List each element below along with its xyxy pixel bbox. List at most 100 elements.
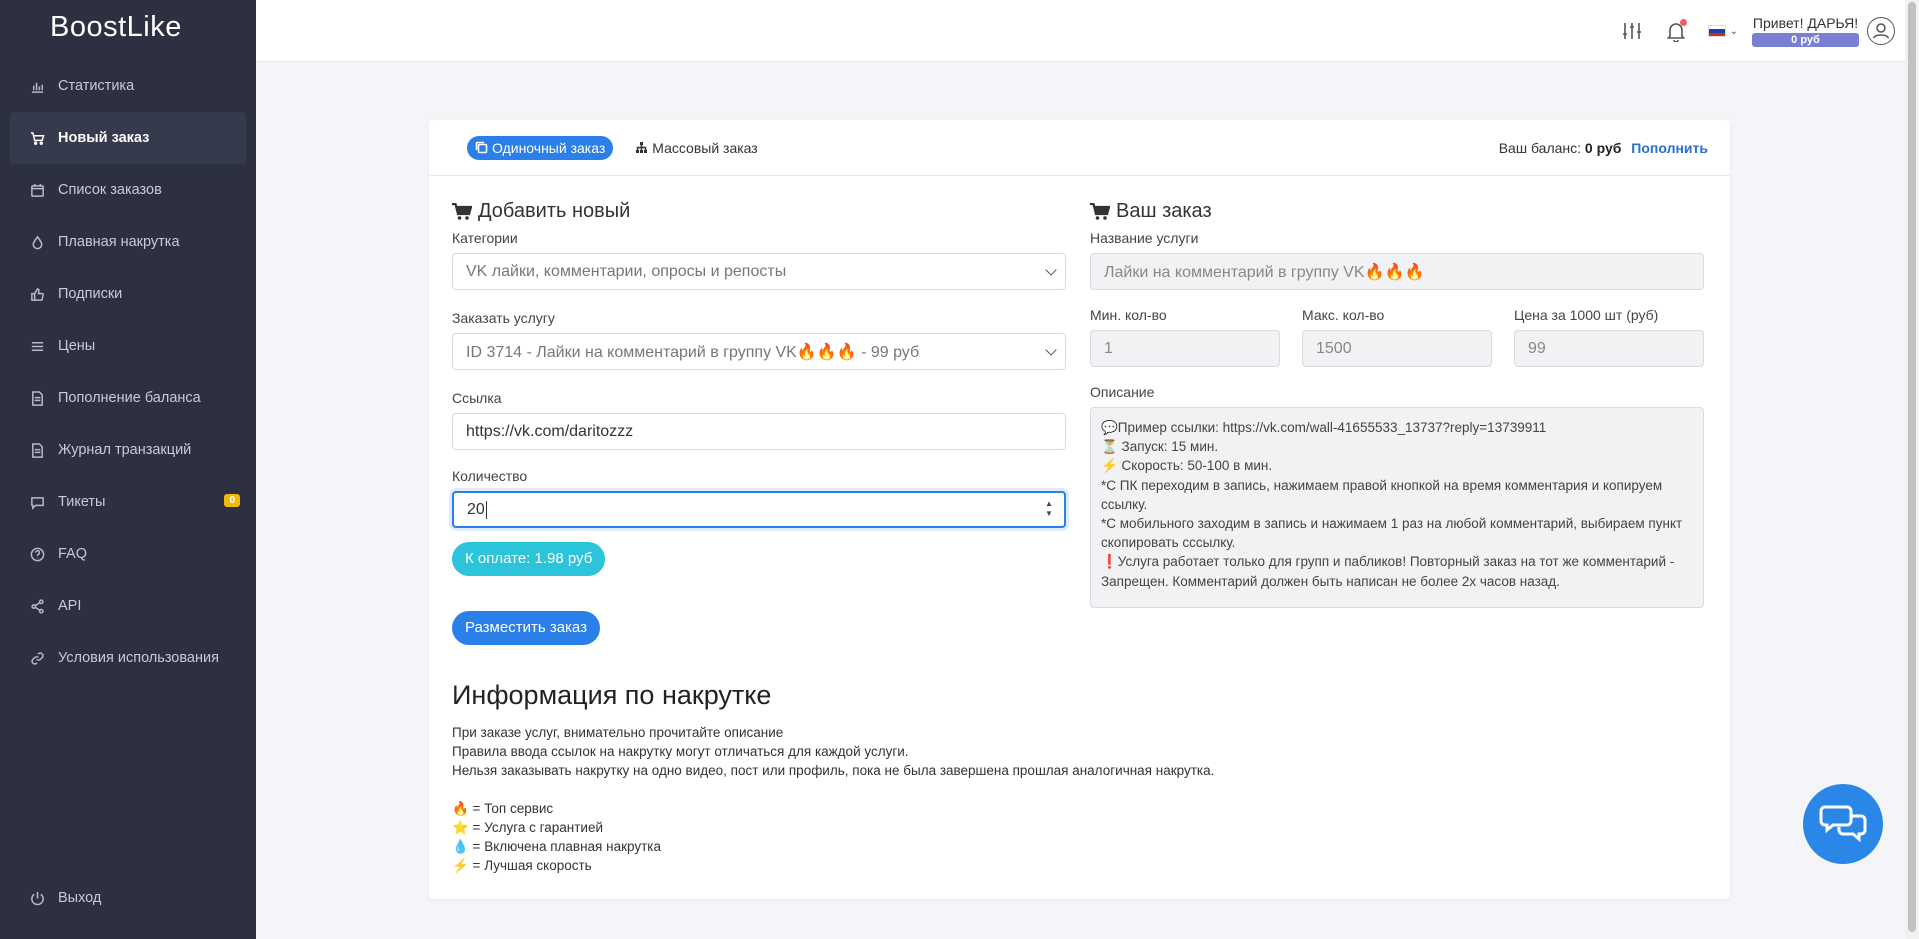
logo[interactable]: BoostLike	[0, 0, 256, 55]
sidebar-item-label: Новый заказ	[58, 130, 150, 146]
category-label: Категории	[452, 230, 518, 246]
link-icon	[29, 650, 45, 666]
topbar: ⌄ Привет! ДАРЬЯ! 0 руб	[256, 0, 1905, 62]
price-field: 99	[1514, 330, 1704, 367]
sidebar-item-label: Журнал транзакций	[58, 442, 192, 458]
sidebar-item-2[interactable]: Список заказов	[10, 164, 246, 216]
legend-item: ⚡ = Лучшая скорость	[452, 858, 592, 873]
logout-label: Выход	[58, 890, 102, 906]
sidebar-item-7[interactable]: Журнал транзакций	[10, 424, 246, 476]
balance-value: 0 руб	[1584, 139, 1622, 156]
question-icon	[29, 546, 45, 562]
description-line: ❗Услуга работает только для групп и пабл…	[1101, 554, 1675, 589]
sidebar-item-label: Тикеты	[58, 494, 106, 510]
new-order-form: Добавить новый Категории VK лайки, комме…	[452, 200, 1066, 645]
quantity-stepper[interactable]: ▲ ▼	[1044, 499, 1054, 519]
sidebar-item-4[interactable]: Подписки	[10, 268, 246, 320]
list-icon	[29, 338, 45, 354]
service-label: Заказать услугу	[452, 310, 555, 326]
copy-icon	[475, 141, 488, 154]
topup-link[interactable]: Пополнить	[1631, 140, 1708, 156]
russia-flag-icon[interactable]	[1707, 25, 1726, 37]
notification-dot	[1679, 19, 1687, 26]
sidebar-item-6[interactable]: Пополнение баланса	[10, 372, 246, 424]
quantity-input[interactable]: 20 ▲ ▼	[452, 491, 1066, 528]
max-quantity-field: 1500	[1302, 330, 1492, 367]
cart-icon	[452, 202, 472, 220]
chevron-down-icon[interactable]: ⌄	[1730, 26, 1738, 37]
thumbs-up-icon	[29, 286, 45, 302]
sidebar-item-label: Условия использования	[58, 650, 219, 666]
sidebar-item-1[interactable]: Новый заказ	[10, 112, 246, 164]
description-box: 💬Пример ссылки: https://vk.com/wall-4165…	[1090, 407, 1704, 608]
sidebar: BoostLike Статистика Новый заказ Список за…	[0, 0, 256, 939]
sidebar-item-9[interactable]: FAQ	[10, 528, 246, 580]
pay-amount-button: К оплате: 1.98 руб	[452, 542, 606, 576]
link-input[interactable]: https://vk.com/daritozzz	[452, 413, 1066, 450]
sidebar-nav: Статистика Новый заказ Список заказов Плавн…	[0, 60, 256, 684]
chevron-down-icon	[1045, 344, 1057, 356]
balance-label: Ваш баланс:	[1498, 139, 1582, 156]
sidebar-item-label: Список заказов	[58, 182, 162, 198]
link-input-value: https://vk.com/daritozzz	[466, 422, 634, 440]
place-order-button[interactable]: Разместить заказ	[452, 611, 600, 645]
document-icon	[29, 442, 45, 458]
category-select[interactable]: VK лайки, комментарии, опросы и репосты	[452, 253, 1066, 290]
description-line: 💬Пример ссылки: https://vk.com/wall-4165…	[1101, 420, 1547, 435]
sitemap-icon	[636, 142, 648, 153]
sidebar-item-8[interactable]: Тикеты 0	[10, 476, 246, 528]
order-title: Ваш заказ	[1090, 200, 1704, 223]
min-quantity-field: 1	[1090, 330, 1280, 367]
form-title-text: Добавить новый	[478, 200, 631, 222]
chat-widget-button[interactable]	[1803, 784, 1883, 864]
share-icon	[29, 598, 45, 614]
description-line: *С ПК переходим в запись, нажимаем право…	[1101, 477, 1663, 512]
greeting-text: Привет! ДАРЬЯ!	[1752, 15, 1859, 31]
min-quantity-value: 1	[1104, 339, 1113, 357]
chevron-down-icon	[1045, 264, 1057, 276]
cart-icon	[1090, 202, 1110, 220]
sidebar-item-label: API	[58, 598, 82, 614]
avatar[interactable]	[1867, 17, 1895, 45]
quantity-label: Количество	[452, 468, 528, 484]
sidebar-item-label: Цены	[58, 338, 96, 354]
category-select-value: VK лайки, комментарии, опросы и репосты	[466, 262, 787, 280]
page-scrollbar[interactable]	[1905, 0, 1919, 939]
bar-chart-icon	[29, 78, 45, 94]
service-name-field: Лайки на комментарий в группу VK🔥🔥🔥	[1090, 253, 1704, 290]
filter-settings-icon[interactable]	[1620, 19, 1644, 43]
cart-icon	[29, 130, 45, 146]
power-icon	[29, 890, 45, 906]
max-quantity-label: Макс. кол-во	[1302, 307, 1385, 323]
sidebar-item-10[interactable]: API	[10, 580, 246, 632]
order-card: Одиночный заказ Массовый заказ Ваш балан…	[429, 120, 1730, 899]
description-line: ⏳ Запуск: 15 мин.	[1101, 439, 1219, 455]
logo-text: BoostLike	[50, 11, 182, 43]
service-name-value: Лайки на комментарий в группу VK🔥🔥🔥	[1104, 263, 1425, 281]
info-line: Нельзя заказывать накрутку на одно видео…	[452, 763, 1215, 778]
bell-icon[interactable]	[1664, 19, 1688, 43]
sidebar-item-0[interactable]: Статистика	[10, 60, 246, 112]
order-summary: Ваш заказ Название услуги Лайки на комме…	[1090, 200, 1704, 608]
sidebar-item-label: FAQ	[58, 546, 88, 562]
balance-badge: 0 руб	[1752, 33, 1859, 47]
description-label: Описание	[1090, 384, 1155, 400]
tab-single-order[interactable]: Одиночный заказ	[467, 135, 614, 160]
legend-item: 🔥 = Топ сервис	[452, 801, 554, 816]
tab-mass-order[interactable]: Массовый заказ	[627, 136, 765, 160]
sidebar-item-11[interactable]: Условия использования	[10, 632, 246, 684]
calendar-icon	[29, 182, 45, 198]
description-line: ⚡ Скорость: 50-100 в мин.	[1101, 458, 1273, 474]
user-greeting[interactable]: Привет! ДАРЬЯ! 0 руб	[1752, 15, 1859, 47]
sidebar-item-5[interactable]: Цены	[10, 320, 246, 372]
tab-single-order-label: Одиночный заказ	[492, 139, 606, 156]
order-title-text: Ваш заказ	[1116, 200, 1212, 222]
link-label: Ссылка	[452, 390, 502, 406]
sidebar-item-label: Подписки	[58, 286, 123, 302]
sidebar-item-label: Статистика	[58, 78, 135, 94]
service-select[interactable]: ID 3714 - Лайки на комментарий в группу …	[452, 333, 1066, 370]
logout-button[interactable]: Выход	[10, 872, 246, 924]
quantity-input-value: 20	[467, 500, 485, 518]
sidebar-item-3[interactable]: Плавная накрутка	[10, 216, 246, 268]
legend-item: ⭐ = Услуга с гарантией	[452, 820, 604, 835]
